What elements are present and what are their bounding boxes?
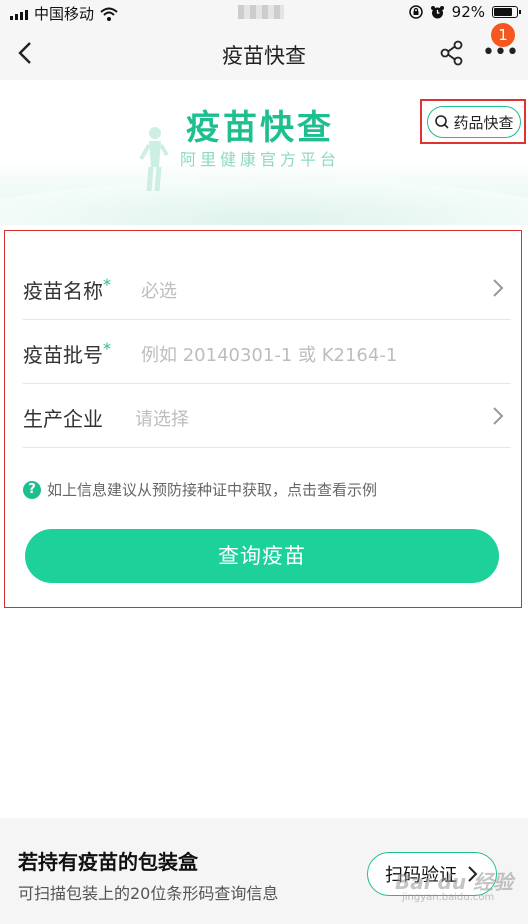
carrier-label: 中国移动 xyxy=(34,5,95,23)
wifi-icon xyxy=(100,7,118,21)
vaccine-batch-field[interactable]: 疫苗批号* 例如 20140301-1 或 K2164-1 xyxy=(23,319,511,384)
drug-check-label: 药品快查 xyxy=(453,113,514,132)
vaccine-query-form: 疫苗名称* 必选 疫苗批号* 例如 20140301-1 或 K2164-1 生… xyxy=(4,230,522,608)
vaccine-name-label-text: 疫苗名称 xyxy=(23,279,103,303)
nav-bar: 疫苗快查 ••• 1 xyxy=(0,23,528,80)
status-right: 92% xyxy=(408,3,521,21)
search-icon xyxy=(435,115,450,129)
status-left: 中国移动 xyxy=(10,3,118,24)
notification-badge: 1 xyxy=(491,23,515,47)
battery-percent: 92% xyxy=(451,3,485,21)
runner-figure-icon xyxy=(139,127,169,192)
vaccine-batch-placeholder: 例如 20140301-1 或 K2164-1 xyxy=(141,345,398,366)
alarm-icon xyxy=(430,5,444,18)
vaccine-name-field[interactable]: 疫苗名称* 必选 xyxy=(23,255,511,320)
manufacturer-placeholder: 请选择 xyxy=(135,409,189,430)
chevron-right-icon xyxy=(468,866,478,882)
banner-title: 疫苗快查 xyxy=(186,108,334,148)
chevron-right-icon xyxy=(493,407,504,425)
scan-verify-button[interactable]: 扫码验证 xyxy=(367,852,497,896)
share-icon[interactable] xyxy=(437,38,467,68)
required-star: * xyxy=(103,339,111,358)
drug-check-button[interactable]: 药品快查 xyxy=(427,106,521,138)
required-star: * xyxy=(103,275,111,294)
vaccine-batch-label: 疫苗批号* xyxy=(23,339,111,368)
scan-card-subtitle: 可扫描包装上的20位条形码查询信息 xyxy=(18,884,279,903)
banner: 疫苗快查 阿里健康官方平台 药品快查 xyxy=(0,80,528,225)
scan-verify-label: 扫码验证 xyxy=(385,865,457,886)
banner-hill-decoration xyxy=(0,180,528,225)
vaccine-name-label: 疫苗名称* xyxy=(23,275,111,304)
banner-subtitle: 阿里健康官方平台 xyxy=(179,150,340,169)
signal-icon xyxy=(10,8,28,20)
rotation-lock-icon xyxy=(408,5,423,19)
manufacturer-field[interactable]: 生产企业 请选择 xyxy=(23,383,511,448)
query-vaccine-button[interactable]: 查询疫苗 xyxy=(25,529,499,583)
status-bar: 中国移动 92% xyxy=(0,0,528,26)
packaging-scan-card: 若持有疫苗的包装盒 可扫描包装上的20位条形码查询信息 扫码验证 Bai du … xyxy=(0,818,528,924)
manufacturer-label-text: 生产企业 xyxy=(23,407,103,431)
battery-icon xyxy=(492,6,521,18)
manufacturer-label: 生产企业 xyxy=(23,403,103,432)
status-time-blurred xyxy=(238,5,284,19)
scan-card-title: 若持有疫苗的包装盒 xyxy=(18,850,198,874)
vaccine-name-placeholder: 必选 xyxy=(141,281,177,302)
question-icon: ? xyxy=(23,480,41,499)
hint-text: 如上信息建议从预防接种证中获取，点击查看示例 xyxy=(47,481,378,499)
vaccine-batch-label-text: 疫苗批号 xyxy=(23,343,103,367)
info-hint[interactable]: ? 如上信息建议从预防接种证中获取，点击查看示例 xyxy=(23,479,377,500)
chevron-right-icon xyxy=(493,279,504,297)
